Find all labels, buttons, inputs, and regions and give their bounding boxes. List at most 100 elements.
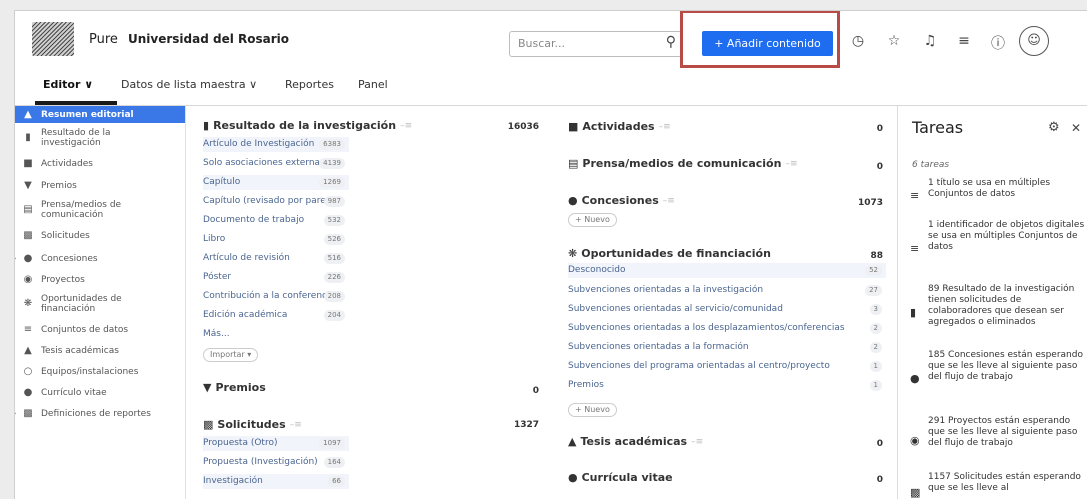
section-menu-icon[interactable]: –≡ — [785, 159, 797, 169]
search-box[interactable]: ⚲ — [509, 31, 683, 57]
row-value: 526 — [323, 234, 345, 245]
row-label: Subvenciones del programa orientadas al … — [568, 361, 830, 371]
funding-row[interactable]: Subvenciones orientadas a los desplazami… — [568, 321, 886, 336]
list-icon[interactable]: ≡ — [955, 33, 973, 49]
nav-editor[interactable]: Editor ∨ — [43, 78, 93, 91]
newspaper-icon: ▤ — [23, 204, 33, 215]
funding-row[interactable]: Subvenciones del programa orientadas al … — [568, 359, 886, 374]
notification-bell-icon[interactable]: ♫ — [921, 33, 939, 49]
section-menu-icon[interactable]: –≡ — [659, 122, 671, 132]
chevron-right-icon[interactable]: › — [15, 254, 17, 264]
funding-title[interactable]: ❋ Oportunidades de financiación — [568, 247, 771, 260]
nav-reports[interactable]: Reportes — [285, 78, 334, 91]
sidebar-item-label: Solicitudes — [41, 230, 90, 241]
task-item[interactable]: ≡ 1 identificador de objetos digitales s… — [898, 220, 1087, 274]
report-definition-icon: ▩ — [23, 407, 33, 419]
task-item[interactable]: ▩ 1157 Solicitudes están esperando que s… — [898, 472, 1087, 499]
row-value: 987 — [323, 196, 345, 207]
applications-row[interactable]: Propuesta (Otro) 1097 — [203, 436, 349, 451]
sidebar-item-awards[interactable]: ▼ Premios — [15, 177, 185, 194]
sidebar-item-grants[interactable]: › ● Concesiones — [15, 250, 185, 267]
awards-title[interactable]: ▼ Premios — [203, 381, 266, 394]
section-menu-icon[interactable]: –≡ — [400, 121, 412, 131]
sidebar-item-datasets[interactable]: ≡ Conjuntos de datos — [15, 321, 185, 338]
help-icon[interactable]: ⓘ — [989, 33, 1007, 53]
task-text: 89 Resultado de la investigación tienen … — [928, 284, 1075, 327]
task-item[interactable]: ● 185 Concesiones están esperando que se… — [898, 350, 1087, 406]
chart-icon: ▩ — [203, 418, 214, 431]
research-row[interactable]: Edición académica 204 — [203, 308, 349, 323]
task-item[interactable]: ▮ 89 Resultado de la investigación tiene… — [898, 284, 1087, 340]
sidebar-item-funding[interactable]: ❋ Oportunidades de financiación — [15, 292, 185, 316]
add-content-button[interactable]: + Añadir contenido — [702, 31, 833, 56]
research-row[interactable]: Solo asociaciones externas 4139 — [203, 156, 349, 171]
research-row[interactable]: Artículo de revisión 516 — [203, 251, 349, 266]
nav-master-data[interactable]: Datos de lista maestra ∨ — [121, 78, 257, 91]
research-row[interactable]: Capítulo 1269 — [203, 175, 349, 190]
research-row[interactable]: Documento de trabajo 532 — [203, 213, 349, 228]
user-avatar-icon[interactable]: ☺ — [1019, 26, 1049, 56]
applications-count: 1327 — [513, 420, 539, 430]
import-button[interactable]: Importar ▾ — [203, 348, 259, 362]
sidebar-item-summary[interactable]: ▲ Resumen editorial — [15, 106, 185, 123]
sidebar-item-press[interactable]: ▤ Prensa/medios de comunicación — [15, 198, 185, 222]
theses-title[interactable]: ▲ Tesis académicas –≡ — [568, 435, 703, 448]
task-text: 1 identificador de objetos digitales se … — [928, 220, 1085, 252]
activities-title[interactable]: ■ Actividades –≡ — [568, 120, 671, 133]
sidebar-item-activities[interactable]: ■ Actividades — [15, 155, 185, 172]
new-grant-button[interactable]: + Nuevo — [568, 213, 617, 227]
research-row[interactable]: Contribución a la conferencia 208 — [203, 289, 349, 304]
more-link[interactable]: Más... — [203, 327, 349, 342]
applications-row[interactable]: Investigación 66 — [203, 474, 349, 489]
star-icon[interactable]: ☆ — [885, 33, 903, 49]
funding-row[interactable]: Subvenciones orientadas a la formación 2 — [568, 340, 886, 355]
sidebar-item-theses[interactable]: ▲ Tesis académicas — [15, 342, 185, 359]
row-value: 66 — [328, 476, 345, 487]
task-item[interactable]: ◉ 291 Proyectos están esperando que se l… — [898, 416, 1087, 462]
research-output-title[interactable]: ▮ Resultado de la investigación –≡ — [203, 119, 412, 132]
sidebar-item-report-definitions[interactable]: › ▩ Definiciones de reportes — [15, 405, 185, 422]
new-funding-button[interactable]: + Nuevo — [568, 403, 617, 417]
nav-panel[interactable]: Panel — [358, 78, 388, 91]
close-icon[interactable]: ✕ — [1071, 121, 1081, 135]
book-icon: ▮ — [203, 119, 210, 132]
project-icon: ◉ — [910, 434, 920, 447]
sidebar-item-equipment[interactable]: ○ Equipos/instalaciones — [15, 363, 185, 380]
row-label: Investigación — [203, 476, 263, 486]
cv-title[interactable]: ● Currícula vitae — [568, 471, 673, 484]
research-row[interactable]: Artículo de Investigación 6383 — [203, 137, 349, 152]
row-label: Artículo de revisión — [203, 253, 290, 263]
section-title-text: Premios — [215, 381, 266, 394]
task-item[interactable]: ≡ 1 título se usa en múltiples Conjuntos… — [898, 178, 1087, 212]
search-icon[interactable]: ⚲ — [666, 34, 676, 50]
research-row[interactable]: Libro 526 — [203, 232, 349, 247]
task-text: 1 título se usa en múltiples Conjuntos d… — [928, 178, 1051, 199]
row-value: 27 — [865, 285, 882, 296]
elsevier-logo[interactable] — [32, 22, 74, 56]
applications-title[interactable]: ▩ Solicitudes –≡ — [203, 418, 302, 431]
funding-row[interactable]: Desconocido 52 — [568, 263, 886, 278]
sidebar-item-label: Conjuntos de datos — [41, 324, 129, 335]
money-bag-icon: ● — [910, 372, 920, 385]
sidebar-item-research-output[interactable]: ▮ Resultado de la investigación — [15, 126, 185, 150]
grants-title[interactable]: ● Concesiones –≡ — [568, 194, 675, 207]
sidebar-item-projects[interactable]: ◉ Proyectos — [15, 271, 185, 288]
section-menu-icon[interactable]: –≡ — [290, 420, 302, 430]
funding-row[interactable]: Premios 1 — [568, 378, 886, 393]
funding-row[interactable]: Subvenciones orientadas al servicio/comu… — [568, 302, 886, 317]
section-menu-icon[interactable]: –≡ — [663, 196, 675, 206]
project-icon: ◉ — [23, 273, 33, 285]
settings-gear-icon[interactable]: ⚙ — [1048, 120, 1060, 135]
sidebar-item-applications[interactable]: ▩ Solicitudes — [15, 227, 185, 244]
history-icon[interactable]: ◷ — [849, 33, 867, 49]
research-row[interactable]: Póster 226 — [203, 270, 349, 285]
research-row[interactable]: Capítulo (revisado por pares) 987 — [203, 194, 349, 209]
sidebar-item-cv[interactable]: ● Currículo vitae — [15, 384, 185, 401]
section-menu-icon[interactable]: –≡ — [691, 437, 703, 447]
sidebar-item-label: Premios — [41, 180, 77, 191]
applications-row[interactable]: Propuesta (Investigación) 164 — [203, 455, 349, 470]
funding-row[interactable]: Subvenciones orientadas a la investigaci… — [568, 283, 886, 298]
chevron-right-icon[interactable]: › — [15, 409, 17, 419]
search-input[interactable] — [516, 36, 650, 51]
press-title[interactable]: ▤ Prensa/medios de comunicación –≡ — [568, 157, 797, 170]
